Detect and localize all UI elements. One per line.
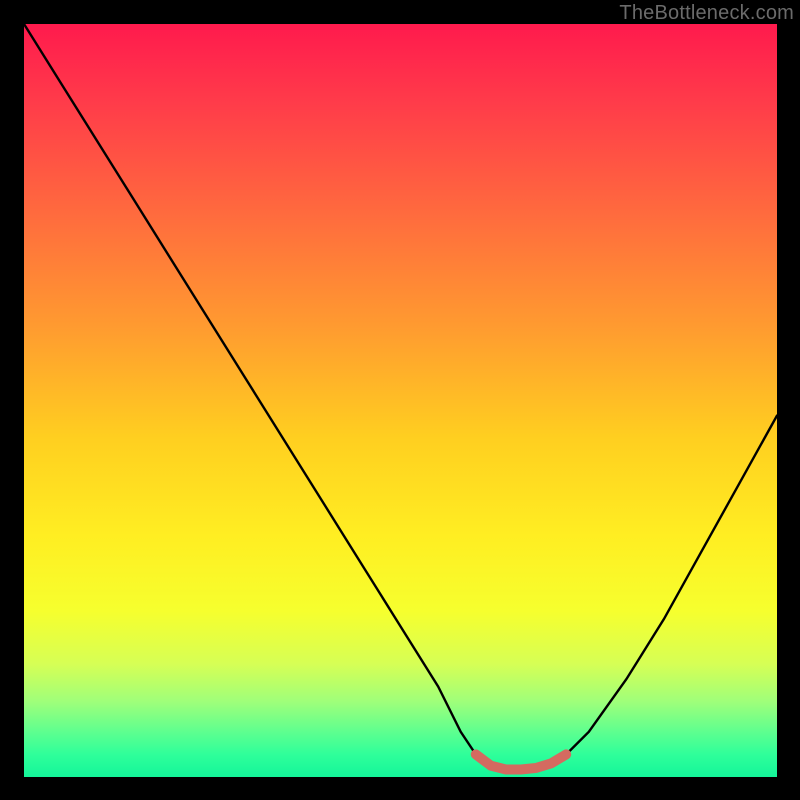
watermark-text: TheBottleneck.com [619,2,794,25]
chart-svg [24,24,777,777]
bottleneck-curve [24,24,777,770]
optimal-range-highlight [476,754,566,769]
chart-frame: TheBottleneck.com [0,0,800,800]
chart-plot-area [24,24,777,777]
